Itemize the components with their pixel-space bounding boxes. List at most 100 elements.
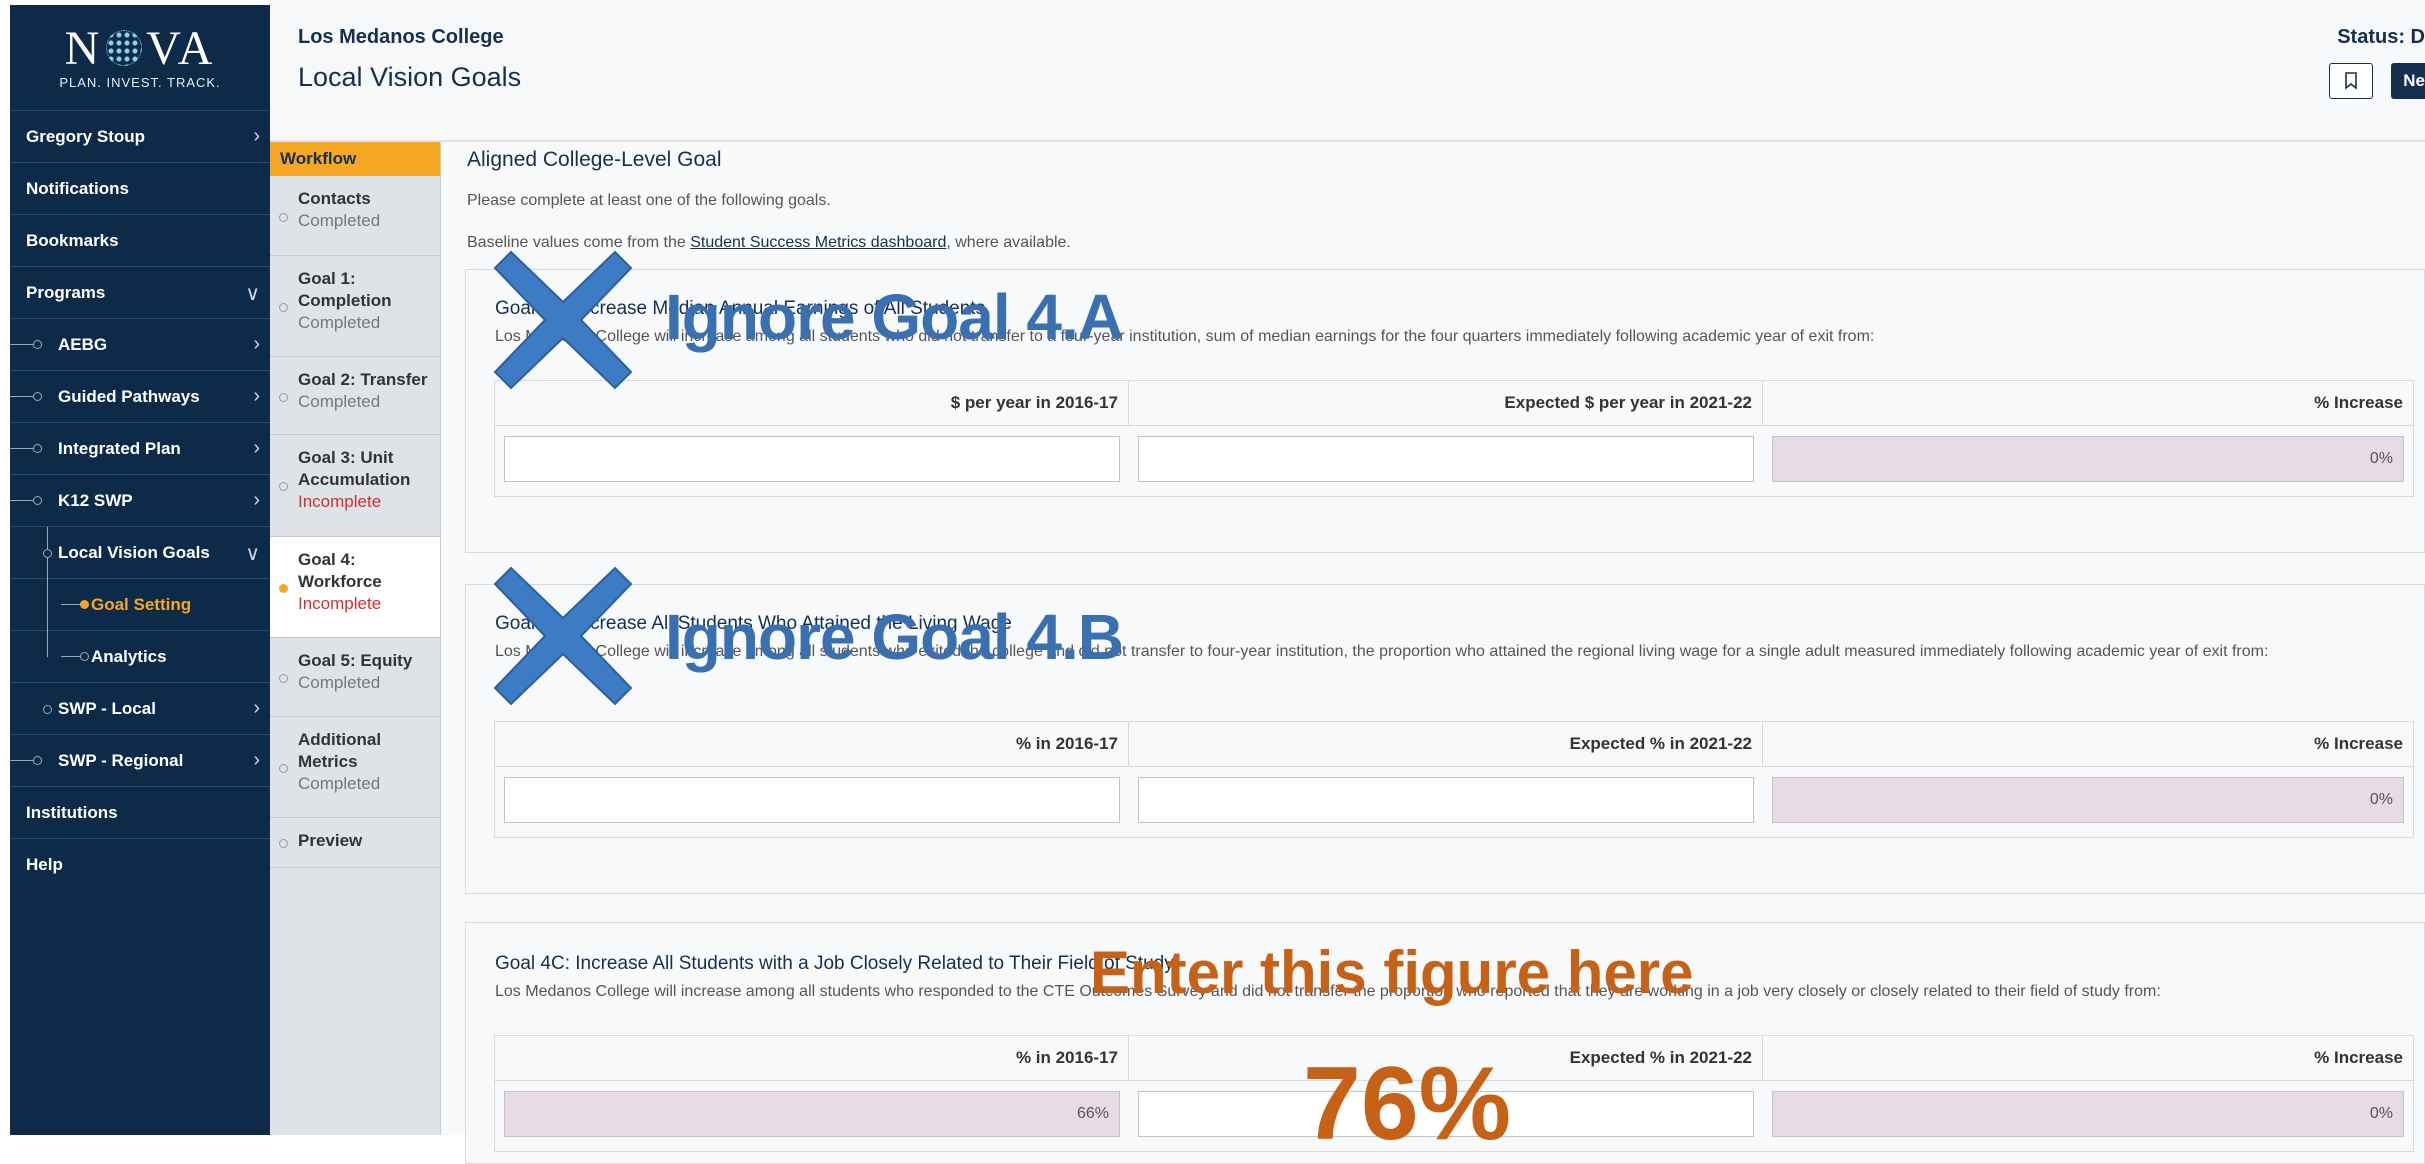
nav-item-label: AEBG [58, 334, 108, 354]
column-header: % Increase [2314, 734, 2403, 753]
step-status-dot [279, 393, 288, 402]
goal-table: $ per year in 2016-17 Expected $ per yea… [494, 380, 2414, 497]
workflow-step-preview[interactable]: Preview [270, 818, 440, 868]
tree-connector [10, 340, 42, 349]
bookmark-button[interactable] [2329, 63, 2373, 99]
column-header: Expected $ per year in 2021-22 [1129, 381, 1763, 425]
column-header: % in 2016-17 [495, 1036, 1129, 1080]
table-row: 0% [495, 425, 2413, 497]
step-status-dot [279, 584, 288, 593]
tree-node-dot [43, 705, 52, 714]
nav-aebg[interactable]: AEBG › [10, 319, 270, 371]
step-status: Completed [298, 673, 381, 692]
column-header: % in 2016-17 [495, 722, 1129, 766]
workflow-panel: Workflow Contacts Completed Goal 1: Comp… [270, 142, 441, 1135]
nav-item-label: Goal Setting [91, 594, 192, 614]
nav-item-label: Analytics [91, 646, 167, 666]
page-header: Los Medanos College Local Vision Goals S… [270, 0, 2425, 146]
chevron-down-icon: ∨ [245, 283, 260, 305]
workflow-step-goal-3[interactable]: Goal 3: Unit Accumulation Incomplete [270, 435, 440, 537]
nav-bookmarks[interactable]: Bookmarks [10, 215, 270, 267]
instruction-text: Please complete at least one of the foll… [467, 192, 831, 209]
annotation-figure-value: 76% [1303, 1046, 1512, 1162]
left-navigation: N VA PLAN. INVEST. TRACK. Gregory Stoup ›… [10, 5, 270, 1135]
step-status-dot [279, 764, 288, 773]
step-title: Goal 4: Workforce [298, 550, 382, 591]
nav-integrated-plan[interactable]: Integrated Plan › [10, 423, 270, 475]
step-status-dot [279, 839, 288, 848]
nav-item-label: SWP - Local [58, 698, 156, 718]
nav-goal-setting[interactable]: Goal Setting [10, 579, 270, 631]
nav-local-vision-goals[interactable]: Local Vision Goals ∨ [10, 527, 270, 579]
chevron-right-icon: › [253, 333, 260, 355]
step-title: Contacts [298, 189, 371, 208]
tree-node-dot [43, 549, 52, 558]
baseline-suffix: , where available. [946, 234, 1071, 251]
nav-analytics[interactable]: Analytics [10, 631, 270, 683]
nova-logo[interactable]: N VA PLAN. INVEST. TRACK. [10, 5, 270, 111]
nav-item-label: Guided Pathways [58, 386, 200, 406]
tree-connector [47, 579, 48, 631]
ignore-x-mark-icon [493, 566, 633, 706]
workflow-step-additional-metrics[interactable]: Additional Metrics Completed [270, 717, 440, 818]
baseline-field: 66% [504, 1091, 1120, 1137]
tree-connector-active [61, 600, 89, 609]
workflow-step-goal-1[interactable]: Goal 1: Completion Completed [270, 256, 440, 357]
nav-item-label: Notifications [26, 178, 129, 198]
step-status-dot [279, 303, 288, 312]
bookmark-icon [2345, 72, 2357, 90]
workflow-step-goal-2[interactable]: Goal 2: Transfer Completed [270, 357, 440, 435]
nav-k12-swp[interactable]: K12 SWP › [10, 475, 270, 527]
step-status-dot [279, 213, 288, 222]
column-header: Expected % in 2021-22 [1129, 722, 1763, 766]
expected-input[interactable] [1138, 777, 1754, 823]
baseline-input[interactable] [504, 777, 1120, 823]
annotation-ignore-goal-4b: Ignore Goal 4.B [665, 601, 1124, 673]
nav-programs[interactable]: Programs ∨ [10, 267, 270, 319]
step-status: Incomplete [298, 492, 382, 511]
nav-item-label: Programs [26, 282, 106, 302]
annotation-enter-figure: Enter this figure here [1090, 939, 1694, 1006]
step-status: Incomplete [298, 594, 382, 613]
nav-swp-local[interactable]: SWP - Local › [10, 683, 270, 735]
page-title: Local Vision Goals [298, 62, 522, 92]
chevron-right-icon: › [253, 125, 260, 147]
nav-guided-pathways[interactable]: Guided Pathways › [10, 371, 270, 423]
percent-increase-field: 0% [1772, 777, 2404, 823]
column-header: % Increase [2314, 393, 2403, 412]
chevron-right-icon: › [253, 385, 260, 407]
step-status: Completed [298, 392, 381, 411]
nav-help[interactable]: Help [10, 839, 270, 891]
baseline-input[interactable] [504, 436, 1120, 482]
workflow-step-contacts[interactable]: Contacts Completed [270, 176, 440, 256]
nav-user-gregory-stoup[interactable]: Gregory Stoup › [10, 111, 270, 163]
step-title: Goal 5: Equity [298, 651, 413, 670]
nav-item-label: Bookmarks [26, 230, 119, 250]
status-label: Status: D [2337, 26, 2425, 48]
nav-notifications[interactable]: Notifications [10, 163, 270, 215]
nav-item-label: Institutions [26, 802, 118, 822]
expected-input[interactable] [1138, 436, 1754, 482]
workflow-step-goal-5[interactable]: Goal 5: Equity Completed [270, 638, 440, 717]
logo-tagline: PLAN. INVEST. TRACK. [59, 75, 221, 90]
workflow-step-goal-4[interactable]: Goal 4: Workforce Incomplete [270, 537, 440, 638]
nav-item-label: Help [26, 855, 63, 874]
nav-institutions[interactable]: Institutions [10, 787, 270, 839]
next-button[interactable]: Ne [2391, 63, 2425, 99]
chevron-right-icon: › [253, 489, 260, 511]
nav-item-label: Gregory Stoup [26, 126, 146, 146]
step-title: Goal 3: Unit Accumulation [298, 448, 411, 489]
chevron-right-icon: › [253, 697, 260, 719]
student-success-metrics-link[interactable]: Student Success Metrics dashboard [690, 234, 946, 251]
percent-increase-field: 0% [1772, 1091, 2404, 1137]
organization-name: Los Medanos College [298, 26, 504, 48]
tree-connector [10, 496, 42, 505]
step-title: Goal 2: Transfer [298, 370, 428, 389]
nav-item-label: K12 SWP [58, 490, 133, 510]
nav-swp-regional[interactable]: SWP - Regional › [10, 735, 270, 787]
tree-connector [10, 756, 42, 765]
step-status: Completed [298, 774, 381, 793]
goal-table: % in 2016-17 Expected % in 2021-22 % Inc… [494, 721, 2414, 838]
step-status: Completed [298, 313, 381, 332]
tree-connector [61, 652, 89, 661]
